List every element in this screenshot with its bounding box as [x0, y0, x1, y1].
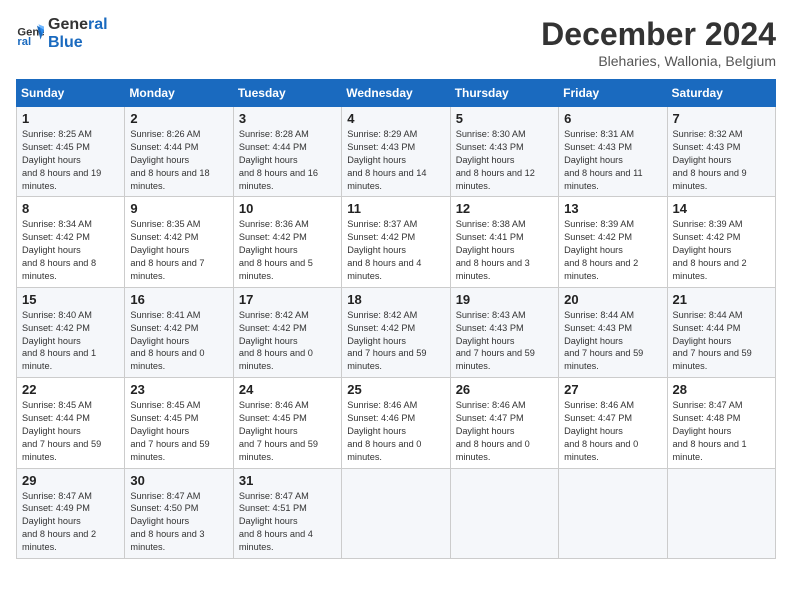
calendar-day-11: 11Sunrise: 8:37 AMSunset: 4:42 PMDayligh…: [342, 197, 450, 287]
col-header-tuesday: Tuesday: [233, 80, 341, 107]
col-header-friday: Friday: [559, 80, 667, 107]
calendar-day-26: 26Sunrise: 8:46 AMSunset: 4:47 PMDayligh…: [450, 378, 558, 468]
logo-icon: Gene ral: [16, 20, 44, 48]
calendar-day-9: 9Sunrise: 8:35 AMSunset: 4:42 PMDaylight…: [125, 197, 233, 287]
page-header: Gene ral General Blue December 2024 Bleh…: [16, 16, 776, 69]
title-block: December 2024 Bleharies, Wallonia, Belgi…: [541, 16, 776, 69]
calendar-day-15: 15Sunrise: 8:40 AMSunset: 4:42 PMDayligh…: [17, 287, 125, 377]
calendar-header-row: SundayMondayTuesdayWednesdayThursdayFrid…: [17, 80, 776, 107]
calendar-week-1: 1Sunrise: 8:25 AMSunset: 4:45 PMDaylight…: [17, 107, 776, 197]
col-header-saturday: Saturday: [667, 80, 775, 107]
calendar-day-14: 14Sunrise: 8:39 AMSunset: 4:42 PMDayligh…: [667, 197, 775, 287]
calendar-day-23: 23Sunrise: 8:45 AMSunset: 4:45 PMDayligh…: [125, 378, 233, 468]
calendar-day-19: 19Sunrise: 8:43 AMSunset: 4:43 PMDayligh…: [450, 287, 558, 377]
calendar-day-20: 20Sunrise: 8:44 AMSunset: 4:43 PMDayligh…: [559, 287, 667, 377]
calendar-day-6: 6Sunrise: 8:31 AMSunset: 4:43 PMDaylight…: [559, 107, 667, 197]
calendar-day-17: 17Sunrise: 8:42 AMSunset: 4:42 PMDayligh…: [233, 287, 341, 377]
col-header-sunday: Sunday: [17, 80, 125, 107]
calendar-day-28: 28Sunrise: 8:47 AMSunset: 4:48 PMDayligh…: [667, 378, 775, 468]
calendar-body: 1Sunrise: 8:25 AMSunset: 4:45 PMDaylight…: [17, 107, 776, 559]
col-header-monday: Monday: [125, 80, 233, 107]
calendar-day-29: 29Sunrise: 8:47 AMSunset: 4:49 PMDayligh…: [17, 468, 125, 558]
calendar-day-10: 10Sunrise: 8:36 AMSunset: 4:42 PMDayligh…: [233, 197, 341, 287]
calendar-day-18: 18Sunrise: 8:42 AMSunset: 4:42 PMDayligh…: [342, 287, 450, 377]
calendar-day-13: 13Sunrise: 8:39 AMSunset: 4:42 PMDayligh…: [559, 197, 667, 287]
logo: Gene ral General Blue: [16, 16, 108, 51]
month-title: December 2024: [541, 16, 776, 53]
logo-text-line1: General: [48, 16, 108, 34]
calendar-day-2: 2Sunrise: 8:26 AMSunset: 4:44 PMDaylight…: [125, 107, 233, 197]
location-subtitle: Bleharies, Wallonia, Belgium: [541, 53, 776, 69]
calendar-day-24: 24Sunrise: 8:46 AMSunset: 4:45 PMDayligh…: [233, 378, 341, 468]
calendar-day-31: 31Sunrise: 8:47 AMSunset: 4:51 PMDayligh…: [233, 468, 341, 558]
col-header-wednesday: Wednesday: [342, 80, 450, 107]
svg-text:ral: ral: [17, 36, 31, 48]
calendar-day-30: 30Sunrise: 8:47 AMSunset: 4:50 PMDayligh…: [125, 468, 233, 558]
calendar-week-2: 8Sunrise: 8:34 AMSunset: 4:42 PMDaylight…: [17, 197, 776, 287]
calendar-day-empty: [342, 468, 450, 558]
calendar-day-22: 22Sunrise: 8:45 AMSunset: 4:44 PMDayligh…: [17, 378, 125, 468]
calendar-week-5: 29Sunrise: 8:47 AMSunset: 4:49 PMDayligh…: [17, 468, 776, 558]
col-header-thursday: Thursday: [450, 80, 558, 107]
calendar-week-3: 15Sunrise: 8:40 AMSunset: 4:42 PMDayligh…: [17, 287, 776, 377]
calendar-day-12: 12Sunrise: 8:38 AMSunset: 4:41 PMDayligh…: [450, 197, 558, 287]
calendar-day-8: 8Sunrise: 8:34 AMSunset: 4:42 PMDaylight…: [17, 197, 125, 287]
calendar-week-4: 22Sunrise: 8:45 AMSunset: 4:44 PMDayligh…: [17, 378, 776, 468]
calendar-day-7: 7Sunrise: 8:32 AMSunset: 4:43 PMDaylight…: [667, 107, 775, 197]
calendar-day-25: 25Sunrise: 8:46 AMSunset: 4:46 PMDayligh…: [342, 378, 450, 468]
logo-text-line2: Blue: [48, 34, 108, 52]
calendar-day-empty: [559, 468, 667, 558]
calendar-table: SundayMondayTuesdayWednesdayThursdayFrid…: [16, 79, 776, 559]
calendar-day-16: 16Sunrise: 8:41 AMSunset: 4:42 PMDayligh…: [125, 287, 233, 377]
calendar-day-3: 3Sunrise: 8:28 AMSunset: 4:44 PMDaylight…: [233, 107, 341, 197]
calendar-day-1: 1Sunrise: 8:25 AMSunset: 4:45 PMDaylight…: [17, 107, 125, 197]
calendar-day-empty: [667, 468, 775, 558]
calendar-day-5: 5Sunrise: 8:30 AMSunset: 4:43 PMDaylight…: [450, 107, 558, 197]
calendar-day-27: 27Sunrise: 8:46 AMSunset: 4:47 PMDayligh…: [559, 378, 667, 468]
calendar-day-empty: [450, 468, 558, 558]
calendar-day-21: 21Sunrise: 8:44 AMSunset: 4:44 PMDayligh…: [667, 287, 775, 377]
calendar-day-4: 4Sunrise: 8:29 AMSunset: 4:43 PMDaylight…: [342, 107, 450, 197]
